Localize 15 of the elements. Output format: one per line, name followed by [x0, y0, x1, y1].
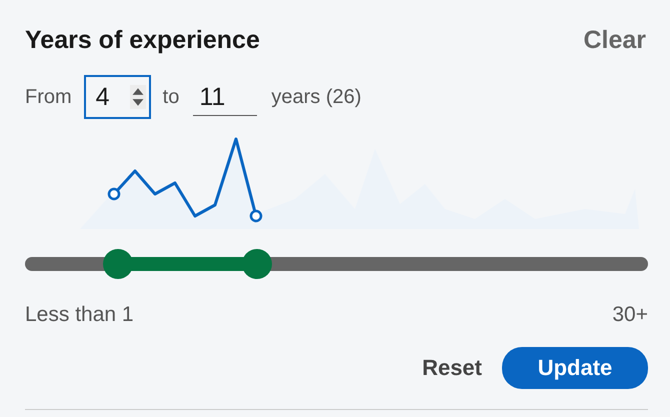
slider-thumb[interactable]	[242, 249, 272, 279]
to-label: to	[162, 86, 180, 108]
to-input-field[interactable]: 11	[193, 78, 258, 116]
from-label: From	[25, 86, 72, 108]
stepper-arrows-icon[interactable]	[130, 85, 146, 109]
clear-button[interactable]: Clear	[583, 26, 648, 54]
number-spinner[interactable]: 4	[84, 75, 151, 119]
max-label: 30+	[612, 303, 648, 327]
from-input-field[interactable]: 4	[86, 82, 126, 112]
reset-button[interactable]: Reset	[422, 349, 482, 387]
years-count-label: years (26)	[271, 86, 362, 108]
min-label: Less than 1	[25, 303, 134, 327]
section-title: Years of experience	[25, 26, 260, 54]
slider-thumb[interactable]	[102, 249, 133, 279]
update-button[interactable]: Update	[502, 347, 648, 389]
